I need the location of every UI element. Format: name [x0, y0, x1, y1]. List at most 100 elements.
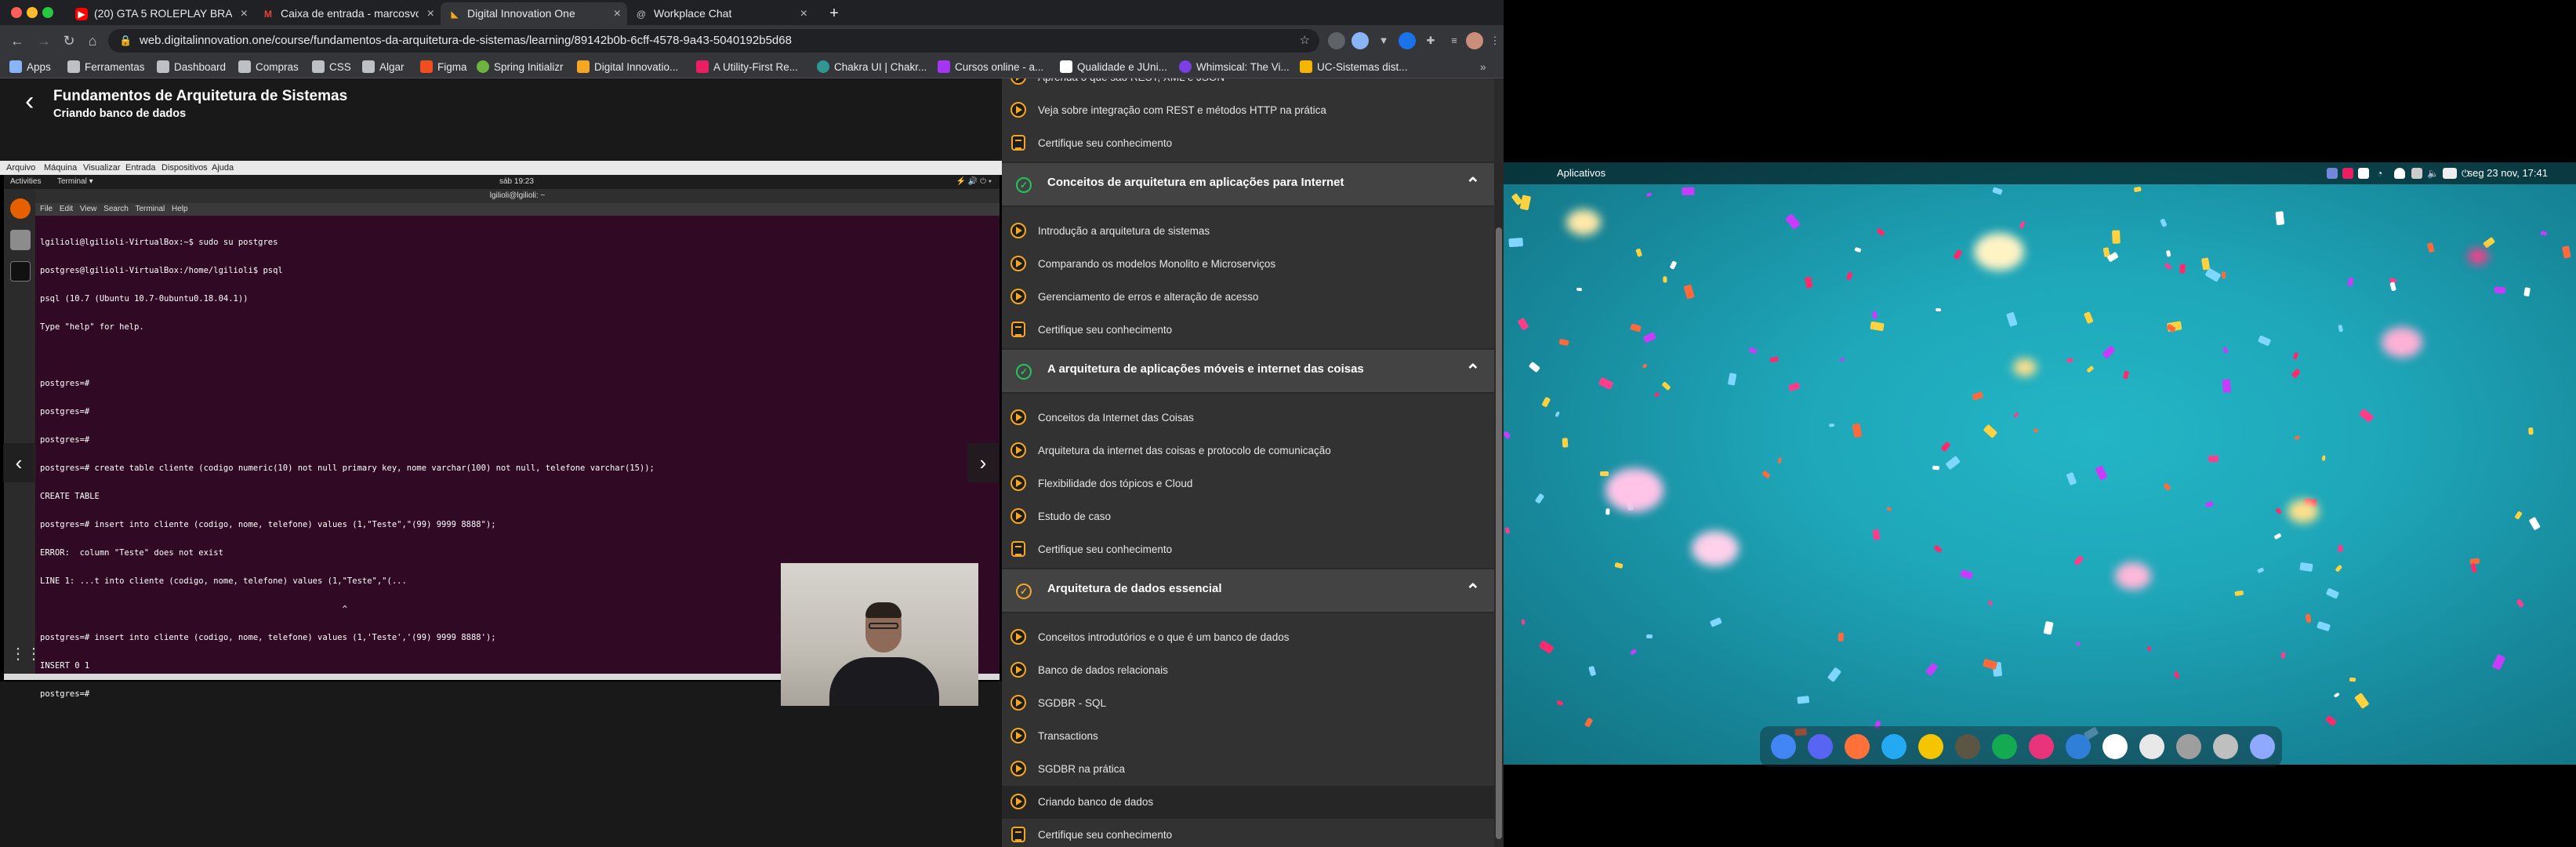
settings-icon[interactable] — [2176, 734, 2201, 759]
next-lesson-button[interactable]: › — [967, 443, 999, 482]
lesson-item[interactable]: Certifique seu conhecimento — [1002, 127, 1494, 160]
sidebar-scrollbar[interactable] — [1494, 78, 1504, 847]
extension-icon[interactable]: ▼ — [1375, 32, 1392, 49]
lesson-item[interactable]: Certifique seu conhecimento — [1002, 533, 1494, 566]
close-tab-icon[interactable]: × — [427, 2, 434, 25]
vb-menu-item[interactable]: Dispositivos — [161, 161, 208, 175]
reload-icon[interactable]: ↻ — [60, 31, 78, 50]
tray-icon[interactable] — [2342, 168, 2353, 179]
vscode-icon[interactable] — [1881, 734, 1907, 759]
more-bookmarks-icon[interactable]: » — [1480, 56, 1486, 78]
home-icon[interactable]: ⌂ — [83, 31, 102, 50]
lesson-item[interactable]: Veja sobre integração com REST e métodos… — [1002, 94, 1494, 127]
jetbrains-icon[interactable] — [2029, 734, 2054, 759]
menu-kebab-icon[interactable]: ⋮ — [1486, 32, 1504, 49]
profile-avatar[interactable] — [1466, 32, 1483, 49]
module-header[interactable]: ✓ A arquitetura de aplicações móveis e in… — [1002, 348, 1494, 394]
virtualbox-icon[interactable] — [2066, 734, 2091, 759]
vb-menu-item[interactable]: Visualizar — [83, 161, 121, 175]
vb-menu-item[interactable]: Arquivo — [6, 161, 35, 175]
bookmark-tailwind[interactable]: A Utility-First Re... — [696, 56, 798, 78]
extension-icon[interactable] — [1328, 32, 1345, 49]
chevron-up-icon[interactable]: ⌃ — [1466, 174, 1480, 194]
vb-menu-item[interactable]: Máquina — [44, 161, 77, 175]
chrome-icon[interactable] — [1771, 734, 1796, 759]
lesson-item[interactable]: Estudo de caso — [1002, 500, 1494, 533]
bookmark-dio[interactable]: Digital Innovatio... — [577, 56, 678, 78]
minimize-window-button[interactable] — [27, 7, 38, 18]
notion-icon[interactable] — [2103, 734, 2128, 759]
chevron-up-icon[interactable]: ⌃ — [1466, 580, 1480, 601]
tray-icon[interactable] — [2411, 168, 2422, 179]
bookmark-apps[interactable]: Apps — [9, 56, 51, 78]
scrollbar-thumb[interactable] — [1496, 227, 1502, 839]
bookmark-whimsical[interactable]: Whimsical: The Vi... — [1179, 56, 1290, 78]
lesson-item[interactable]: Comparando os modelos Monolito e Microse… — [1002, 248, 1494, 281]
vb-menu-item[interactable]: Entrada — [125, 161, 156, 175]
lesson-item[interactable]: Flexibilidade dos tópicos e Cloud — [1002, 467, 1494, 500]
close-window-button[interactable] — [11, 7, 22, 18]
bookmark-star-icon[interactable]: ☆ — [1300, 29, 1310, 53]
mongodb-compass-icon[interactable] — [1992, 734, 2017, 759]
apps-menu[interactable]: Aplicativos — [1557, 162, 1605, 184]
shield-icon[interactable] — [2394, 168, 2405, 179]
lesson-item[interactable]: SGDBR na prática — [1002, 753, 1494, 786]
wifi-icon[interactable]: ◔ — [2377, 168, 2388, 179]
lesson-item[interactable]: Gerenciamento de erros e alteração de ac… — [1002, 281, 1494, 314]
bookmark-udemy[interactable]: Cursos online - a... — [938, 56, 1043, 78]
discord-tray-icon[interactable] — [2327, 168, 2338, 179]
tab-gmail[interactable]: M Caixa de entrada - marcosvon × — [254, 2, 441, 25]
back-icon[interactable]: ← — [8, 31, 27, 50]
desktop-clock[interactable]: seg 23 nov, 17:41 — [2468, 162, 2548, 184]
address-bar[interactable]: 🔒 web.digitalinnovation.one/course/funda… — [108, 29, 1319, 53]
lesson-item[interactable]: Aprenda o que são REST, XML e JSON — [1002, 78, 1494, 94]
new-tab-button[interactable]: + — [823, 2, 845, 25]
extensions-puzzle-icon[interactable]: ✚ — [1422, 32, 1439, 49]
firefox-icon[interactable] — [1845, 734, 1870, 759]
previous-lesson-button[interactable]: ‹ — [3, 443, 34, 482]
bookmark-folder[interactable]: Compras — [238, 56, 299, 78]
bookmark-folder[interactable]: Dashboard — [157, 56, 226, 78]
back-arrow-icon[interactable]: ‹ — [25, 88, 45, 115]
volume-icon[interactable]: 🔈 — [2427, 168, 2439, 179]
vb-menu-item[interactable]: Ajuda — [212, 161, 234, 175]
lesson-item[interactable]: Introdução a arquitetura de sistemas — [1002, 215, 1494, 248]
extension-icon[interactable] — [1399, 32, 1416, 49]
discord-icon[interactable] — [1808, 734, 1833, 759]
tab-workplace[interactable]: @ Workplace Chat × — [627, 2, 814, 25]
media-control-icon[interactable]: ≡ — [1446, 32, 1463, 49]
tab-dio[interactable]: ◣ Digital Innovation One × — [441, 2, 627, 25]
bookmark-folder[interactable]: CSS — [312, 56, 351, 78]
trash-icon[interactable] — [2250, 734, 2275, 759]
bookmark-uc[interactable]: UC-Sistemas dist... — [1300, 56, 1408, 78]
tray-icon[interactable] — [2358, 168, 2369, 179]
lesson-item[interactable]: Transactions — [1002, 720, 1494, 753]
close-tab-icon[interactable]: × — [241, 2, 248, 25]
bookmark-spring[interactable]: Spring Initializr — [477, 56, 564, 78]
bookmark-medium[interactable]: Qualidade e JUni... — [1060, 56, 1167, 78]
files-icon[interactable] — [2213, 734, 2238, 759]
lesson-item[interactable]: Certifique seu conhecimento — [1002, 314, 1494, 347]
tab-youtube[interactable]: ▶ (20) GTA 5 ROLEPLAY BRASIL × — [67, 2, 254, 25]
lesson-item[interactable]: Banco de dados relacionais — [1002, 654, 1494, 687]
gimp-icon[interactable] — [1955, 734, 1980, 759]
lesson-item[interactable]: Certifique seu conhecimento — [1002, 819, 1494, 847]
close-tab-icon[interactable]: × — [800, 2, 807, 25]
extension-icon[interactable] — [1351, 32, 1369, 49]
finder-icon[interactable] — [2139, 734, 2164, 759]
lesson-item[interactable]: SGDBR - SQL — [1002, 687, 1494, 720]
bookmark-chakra[interactable]: Chakra UI | Chakr... — [817, 56, 927, 78]
bookmark-folder[interactable]: Ferramentas — [67, 56, 145, 78]
forward-icon[interactable]: → — [34, 31, 53, 50]
maximize-window-button[interactable] — [42, 7, 53, 18]
bookmark-folder[interactable]: Algar — [362, 56, 405, 78]
lesson-item[interactable]: Conceitos introdutórios e o que é um ban… — [1002, 621, 1494, 654]
lesson-item[interactable]: Conceitos da Internet das Coisas — [1002, 402, 1494, 434]
lesson-item[interactable]: Arquitetura da internet das coisas e pro… — [1002, 434, 1494, 467]
module-header[interactable]: ✓ Conceitos de arquitetura em aplicações … — [1002, 162, 1494, 207]
chevron-up-icon[interactable]: ⌃ — [1466, 361, 1480, 381]
bitwarden-icon[interactable] — [1918, 734, 1943, 759]
module-header[interactable]: ✓ Arquitetura de dados essencial ⌃ — [1002, 568, 1494, 613]
bookmark-figma[interactable]: Figma — [420, 56, 467, 78]
lesson-item[interactable]: Criando banco de dados — [1002, 786, 1494, 819]
